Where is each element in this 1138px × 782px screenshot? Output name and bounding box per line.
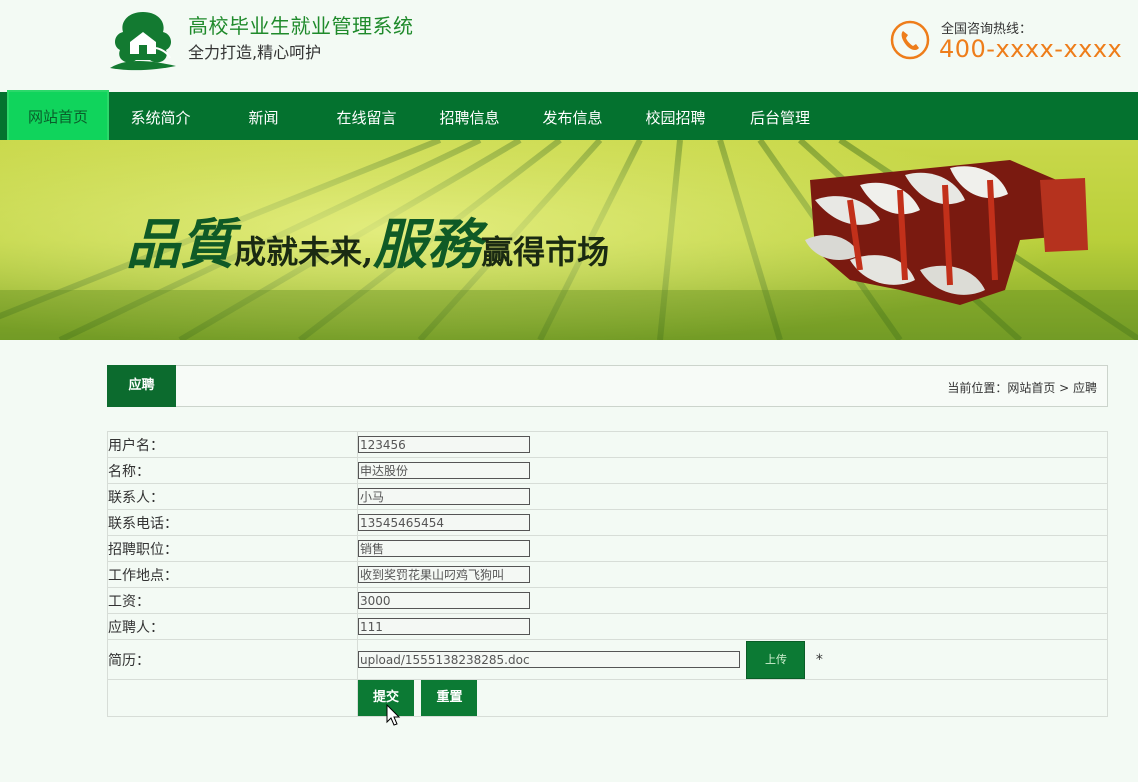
field-label: 用户名： — [107, 431, 358, 458]
site-slogan: 全力打造,精心呵护 — [188, 43, 322, 62]
banner-slogan-service: 服務 — [373, 212, 482, 276]
form-row-resume: 简历： 上传 * — [107, 639, 1108, 680]
house-tree-logo-icon — [110, 12, 176, 71]
panel-header: 应聘 当前位置：网站首页 > 应聘 — [107, 365, 1108, 407]
application-form: 用户名： 名称： 联系人： 联系电话： 招聘职位： 工作地点： 工资： 应聘人：… — [107, 431, 1108, 717]
resume-path-input[interactable] — [358, 651, 740, 668]
form-row: 工资： — [107, 587, 1108, 614]
company-name-input[interactable] — [358, 462, 530, 479]
resume-label: 简历： — [107, 639, 358, 680]
nav-item-publish[interactable]: 发布信息 — [521, 92, 624, 140]
mouse-cursor-icon — [386, 704, 401, 726]
form-row: 工作地点： — [107, 561, 1108, 588]
form-actions-row: 提交 重置 — [107, 679, 1108, 717]
form-row: 应聘人： — [107, 613, 1108, 640]
site-header: 高校毕业生就业管理系统 全力打造,精心呵护 全国咨询热线： 400-xxxx-x… — [0, 0, 1138, 92]
phone-input[interactable] — [358, 514, 530, 531]
nav-item-intro[interactable]: 系统简介 — [109, 92, 212, 140]
hotline-number: 400-xxxx-xxxx — [939, 35, 1123, 63]
nav-item-admin[interactable]: 后台管理 — [727, 92, 833, 140]
field-label: 招聘职位： — [107, 535, 358, 562]
nav-item-messages[interactable]: 在线留言 — [315, 92, 418, 140]
nav-item-campus[interactable]: 校园招聘 — [624, 92, 727, 140]
field-label: 联系人： — [107, 483, 358, 510]
phone-icon — [890, 20, 930, 60]
nav-item-jobs[interactable]: 招聘信息 — [418, 92, 521, 140]
position-input[interactable] — [358, 540, 530, 557]
field-label: 联系电话： — [107, 509, 358, 536]
form-row: 用户名： — [107, 431, 1108, 458]
form-row: 联系人： — [107, 483, 1108, 510]
field-label: 工作地点： — [107, 561, 358, 588]
field-label: 应聘人： — [107, 613, 358, 640]
nav-item-home[interactable]: 网站首页 — [7, 90, 109, 142]
work-location-input[interactable] — [358, 566, 530, 583]
form-row: 招聘职位： — [107, 535, 1108, 562]
banner-slogan: 品質成就未来,服務赢得市场 — [126, 200, 609, 279]
field-label: 名称： — [107, 457, 358, 484]
main-nav: 网站首页 系统简介 新闻 在线留言 招聘信息 发布信息 校园招聘 后台管理 — [0, 90, 1138, 142]
required-mark: * — [815, 651, 823, 668]
hero-banner: 品質成就未来,服務赢得市场 — [0, 140, 1138, 340]
site-title: 高校毕业生就业管理系统 — [188, 14, 414, 38]
banner-slogan-future: 成就未来, — [234, 233, 374, 271]
nav-item-news[interactable]: 新闻 — [212, 92, 315, 140]
banner-slogan-quality: 品質 — [126, 212, 234, 276]
panel-tab-apply: 应聘 — [107, 365, 176, 407]
banner-slogan-market: 赢得市场 — [481, 233, 610, 271]
username-input[interactable] — [358, 436, 530, 453]
field-label: 工资： — [107, 587, 358, 614]
salary-input[interactable] — [358, 592, 530, 609]
form-row: 联系电话： — [107, 509, 1108, 536]
reset-button[interactable]: 重置 — [421, 680, 478, 716]
upload-button[interactable]: 上传 — [746, 640, 806, 679]
applicant-input[interactable] — [358, 618, 530, 635]
form-row: 名称： — [107, 457, 1108, 484]
contact-person-input[interactable] — [358, 488, 530, 505]
breadcrumb: 当前位置：网站首页 > 应聘 — [947, 381, 1097, 395]
